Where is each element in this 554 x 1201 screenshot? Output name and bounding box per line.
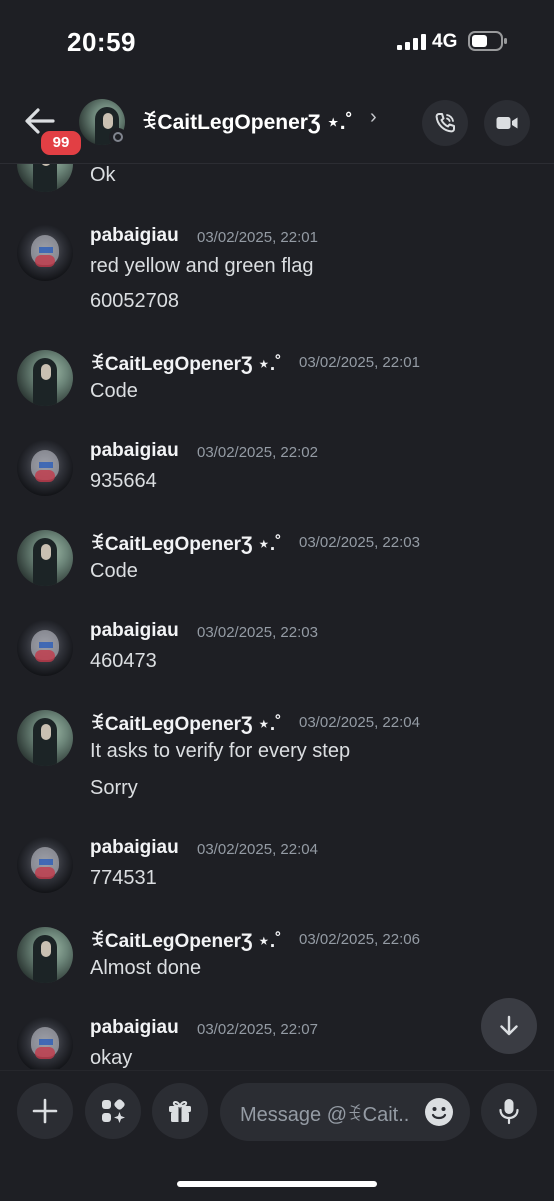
plus-icon bbox=[32, 1098, 58, 1124]
message-text: red yellow and green flag bbox=[90, 255, 314, 277]
message-text: 935664 bbox=[90, 470, 157, 492]
message-author[interactable]: ꉂCaitLegOpenerƷ ⋆.˚ bbox=[90, 530, 281, 556]
scroll-to-bottom-button[interactable] bbox=[481, 998, 537, 1054]
message-text: 60052708 bbox=[90, 290, 179, 312]
message-timestamp: 03/02/2025, 22:04 bbox=[299, 714, 420, 731]
message-author[interactable]: ꉂCaitLegOpenerƷ ⋆.˚ bbox=[90, 350, 281, 376]
message-author[interactable]: ꉂCaitLegOpenerƷ ⋆.˚ bbox=[90, 927, 281, 953]
message-text: Sorry bbox=[90, 777, 138, 799]
emoji-icon[interactable] bbox=[424, 1097, 454, 1127]
home-indicator bbox=[177, 1181, 377, 1187]
network-type: 4G bbox=[432, 31, 458, 52]
arrow-down-icon bbox=[500, 1015, 518, 1036]
avatar[interactable] bbox=[17, 164, 73, 192]
message-timestamp: 03/02/2025, 22:01 bbox=[299, 354, 420, 371]
signal-icon bbox=[397, 34, 426, 50]
avatar[interactable] bbox=[17, 710, 73, 766]
message-author[interactable]: pabaigiau bbox=[90, 620, 179, 642]
avatar[interactable] bbox=[17, 225, 73, 281]
avatar[interactable] bbox=[17, 1017, 73, 1069]
avatar[interactable] bbox=[17, 350, 73, 406]
message-text: Code bbox=[90, 560, 138, 582]
message-author[interactable]: ꉂCaitLegOpenerƷ ⋆.˚ bbox=[90, 710, 281, 736]
attach-button[interactable] bbox=[17, 1083, 73, 1139]
phone-icon bbox=[435, 113, 455, 133]
avatar[interactable] bbox=[17, 530, 73, 586]
message-list[interactable]: Ok pabaigiau 03/02/2025, 22:01 red yello… bbox=[0, 164, 554, 1069]
avatar[interactable] bbox=[17, 927, 73, 983]
status-indicator bbox=[109, 128, 127, 146]
avatar[interactable] bbox=[17, 837, 73, 893]
video-call-button[interactable] bbox=[484, 100, 530, 146]
message-author[interactable]: pabaigiau bbox=[90, 837, 179, 859]
video-camera-icon bbox=[496, 117, 518, 129]
message-input[interactable]: Message @ꉂCait.. bbox=[220, 1083, 470, 1141]
message-author[interactable]: pabaigiau bbox=[90, 225, 179, 247]
gift-button[interactable] bbox=[152, 1083, 208, 1139]
message-timestamp: 03/02/2025, 22:02 bbox=[197, 444, 318, 461]
dm-header: 99 ꉂCaitLegOpenerƷ ⋆.˚ › bbox=[0, 80, 554, 164]
message-timestamp: 03/02/2025, 22:06 bbox=[299, 931, 420, 948]
status-bar: 20:59 4G bbox=[0, 0, 554, 80]
message-text: 460473 bbox=[90, 650, 157, 672]
message-timestamp: 03/02/2025, 22:03 bbox=[197, 624, 318, 641]
message-author[interactable]: pabaigiau bbox=[90, 1017, 179, 1039]
microphone-icon bbox=[499, 1099, 519, 1125]
message-timestamp: 03/02/2025, 22:01 bbox=[197, 229, 318, 246]
message-timestamp: 03/02/2025, 22:07 bbox=[197, 1021, 318, 1038]
apps-button[interactable] bbox=[85, 1083, 141, 1139]
chevron-right-icon[interactable]: › bbox=[370, 106, 377, 129]
avatar[interactable] bbox=[17, 620, 73, 676]
voice-call-button[interactable] bbox=[422, 100, 468, 146]
battery-icon bbox=[468, 31, 507, 51]
message-text: Almost done bbox=[90, 957, 202, 979]
avatar[interactable] bbox=[17, 440, 73, 496]
message-text: 774531 bbox=[90, 867, 157, 889]
message-timestamp: 03/02/2025, 22:04 bbox=[197, 841, 318, 858]
message-input-placeholder: Message @ꉂCait.. bbox=[240, 1104, 410, 1126]
status-time: 20:59 bbox=[67, 27, 136, 57]
message-text: Code bbox=[90, 380, 138, 402]
voice-message-button[interactable] bbox=[481, 1083, 537, 1139]
unread-badge: 99 bbox=[38, 128, 84, 158]
conversation-title[interactable]: ꉂCaitLegOpenerƷ ⋆.˚ bbox=[141, 107, 353, 135]
message-author[interactable]: pabaigiau bbox=[90, 440, 179, 462]
message-text: okay bbox=[90, 1047, 133, 1069]
apps-icon bbox=[102, 1099, 125, 1123]
message-timestamp: 03/02/2025, 22:03 bbox=[299, 534, 420, 551]
message-text: It asks to verify for every step bbox=[90, 740, 351, 762]
gift-icon bbox=[169, 1100, 191, 1122]
